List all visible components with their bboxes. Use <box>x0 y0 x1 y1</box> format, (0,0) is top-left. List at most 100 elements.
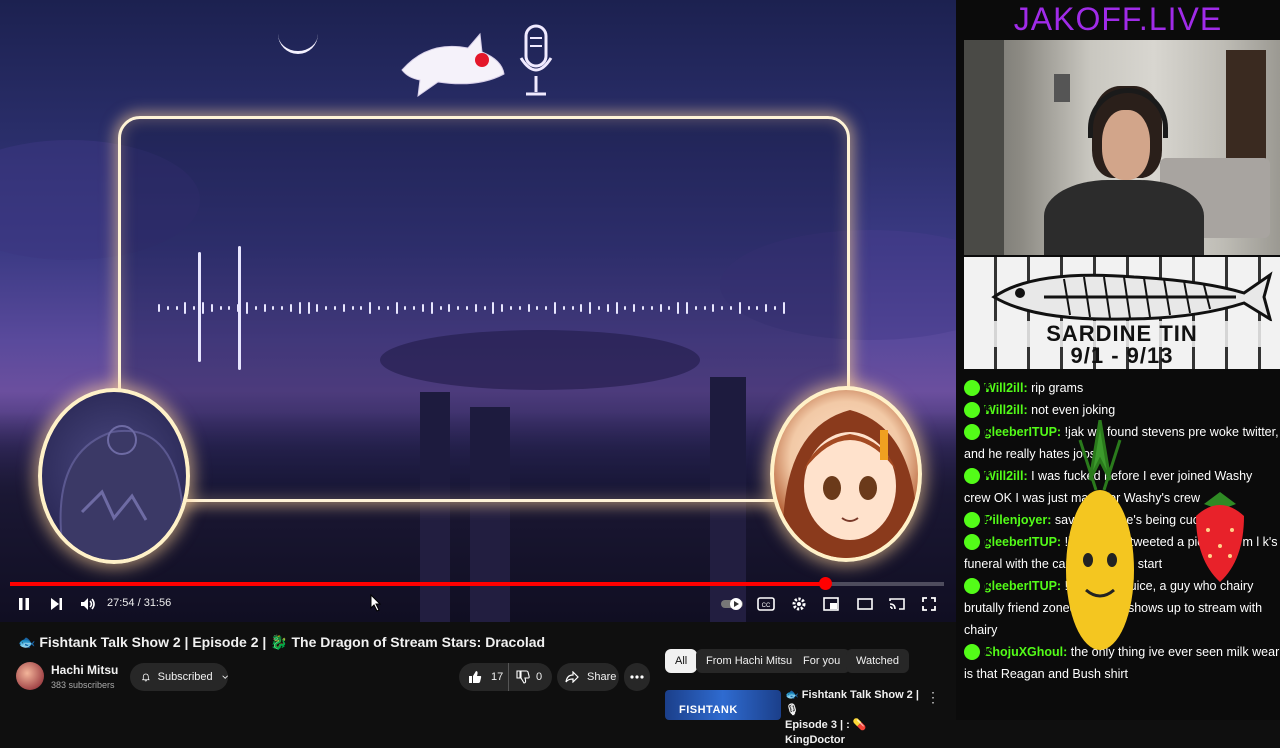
strawberry-emote <box>1196 492 1244 582</box>
visualizer-dot <box>694 306 697 310</box>
visualizer-dot <box>158 304 160 312</box>
visualizer-dot <box>193 306 196 310</box>
thumbnail-text: FISHTANK <box>679 704 738 716</box>
kick-badge-icon: K <box>964 578 992 594</box>
visualizer-dot <box>677 302 680 314</box>
kick-badge-icon: K <box>964 424 992 440</box>
chat-username[interactable]: Pillenjoyer: <box>984 513 1051 527</box>
subscriber-count: 383 subscribers <box>51 680 115 690</box>
visualizer-dot <box>712 304 715 312</box>
chat-username[interactable]: gleeberITUP: <box>984 535 1061 549</box>
visualizer-dot <box>325 306 328 310</box>
chevron-down-icon <box>221 675 228 679</box>
visualizer-dot <box>686 302 688 314</box>
visualizer-dot <box>580 304 583 312</box>
guest-avatar-left <box>38 388 190 564</box>
visualizer-dot <box>598 306 600 310</box>
visualizer-dot <box>439 306 442 310</box>
site-title: JAKOFF.LIVE <box>1013 1 1223 37</box>
visualizer-dot <box>747 306 750 310</box>
visualizer-dot <box>782 302 785 314</box>
moon <box>278 34 318 54</box>
visualizer-dot <box>386 306 389 310</box>
kick-badge-icon: K <box>964 468 992 484</box>
captions-icon[interactable]: CC <box>756 594 776 614</box>
chat-username[interactable]: gleeberITUP: <box>984 579 1061 593</box>
dislike-count: 0 <box>536 671 543 683</box>
recommended-video-title[interactable]: 🐟 Fishtank Talk Show 2 | 🎙 Episode 3 | :… <box>785 688 925 748</box>
video-title: 🐟 Fishtank Talk Show 2 | Episode 2 | 🐉 T… <box>18 634 546 650</box>
audio-visualizer <box>158 300 798 316</box>
visualizer-dot <box>307 302 310 314</box>
chat-text: rip grams <box>1027 381 1084 395</box>
visualizer-dot <box>738 302 741 314</box>
video-player[interactable]: 27:54 / 31:56 CC <box>0 0 956 622</box>
pause-icon[interactable] <box>14 594 34 614</box>
visualizer-dot <box>281 306 284 310</box>
webcam-feed <box>964 40 1280 255</box>
host-avatar-right <box>770 386 922 562</box>
visualizer-dot <box>624 306 627 310</box>
chat-message: K Will2ill: rip grams <box>964 377 1280 399</box>
visualizer-dot <box>518 306 521 310</box>
person-shirt <box>1044 180 1204 255</box>
visualizer-dot <box>351 306 354 310</box>
progress-bar[interactable] <box>10 577 944 590</box>
chip-for-you[interactable]: For you <box>793 649 851 673</box>
visualizer-dot <box>254 306 257 310</box>
visualizer-dot <box>536 306 539 310</box>
visualizer-dot <box>334 306 336 310</box>
visualizer-dot <box>422 304 424 312</box>
theater-icon[interactable] <box>855 594 875 614</box>
more-actions-button[interactable] <box>624 663 650 691</box>
visualizer-dot <box>378 306 380 310</box>
visualizer-dot <box>721 306 724 310</box>
next-icon[interactable] <box>46 594 66 614</box>
visualizer-dot <box>228 306 231 310</box>
share-label: Share <box>587 671 617 683</box>
like-button[interactable]: 17 <box>459 663 509 691</box>
visualizer-dot <box>395 302 398 314</box>
recommended-more-icon[interactable]: ⋮ <box>926 689 940 706</box>
chat-username[interactable]: ShojuXGhoul: <box>984 645 1067 659</box>
visualizer-dot <box>413 306 416 310</box>
chat-username[interactable]: gleeberITUP: <box>984 425 1061 439</box>
curtain <box>964 40 1004 255</box>
visualizer-dot <box>545 306 548 310</box>
channel-name[interactable]: Hachi Mitsu <box>51 663 118 677</box>
stream-overlay: JAKOFF.LIVE SARDINE TIN 9/1 - 9/13 K Will… <box>956 0 1280 720</box>
share-button[interactable]: Share <box>557 663 619 691</box>
chip-from-channel[interactable]: From Hachi Mitsu <box>696 649 803 673</box>
shark-logo <box>401 32 505 98</box>
subscribed-button[interactable]: Subscribed <box>130 663 228 691</box>
visualizer-dot <box>562 306 565 310</box>
dislike-button[interactable]: 0 <box>509 663 542 691</box>
visualizer-dot <box>554 302 556 314</box>
visualizer-dot <box>263 304 266 312</box>
channel-avatar[interactable] <box>16 662 44 690</box>
autoplay-toggle[interactable] <box>720 594 746 614</box>
fullscreen-icon[interactable] <box>919 594 939 614</box>
cast-icon[interactable] <box>887 594 907 614</box>
microphone-logo <box>519 24 553 96</box>
svg-text:CC: CC <box>762 603 771 609</box>
time-display: 27:54 / 31:56 <box>107 597 172 609</box>
mouse-pointer-icon <box>370 593 382 617</box>
kick-badge-icon: K <box>964 534 992 550</box>
volume-icon[interactable] <box>78 594 98 614</box>
visualizer-dot <box>703 306 706 310</box>
recommended-video-thumbnail[interactable]: FISHTANK <box>665 690 781 720</box>
subscribed-label: Subscribed <box>157 671 213 683</box>
miniplayer-icon[interactable] <box>821 594 841 614</box>
visualizer-dot <box>642 306 644 310</box>
settings-gear-icon[interactable] <box>789 594 809 614</box>
chip-watched[interactable]: Watched <box>846 649 910 673</box>
visualizer-dot <box>430 302 433 314</box>
chip-all[interactable]: All <box>665 649 698 673</box>
bell-icon <box>142 673 150 681</box>
visualizer-dot <box>730 306 732 310</box>
visualizer-dot <box>483 306 486 310</box>
sardine-tin-banner: SARDINE TIN 9/1 - 9/13 <box>964 257 1280 369</box>
audio-visualizer-bar <box>198 252 201 362</box>
progress-played <box>10 582 826 586</box>
